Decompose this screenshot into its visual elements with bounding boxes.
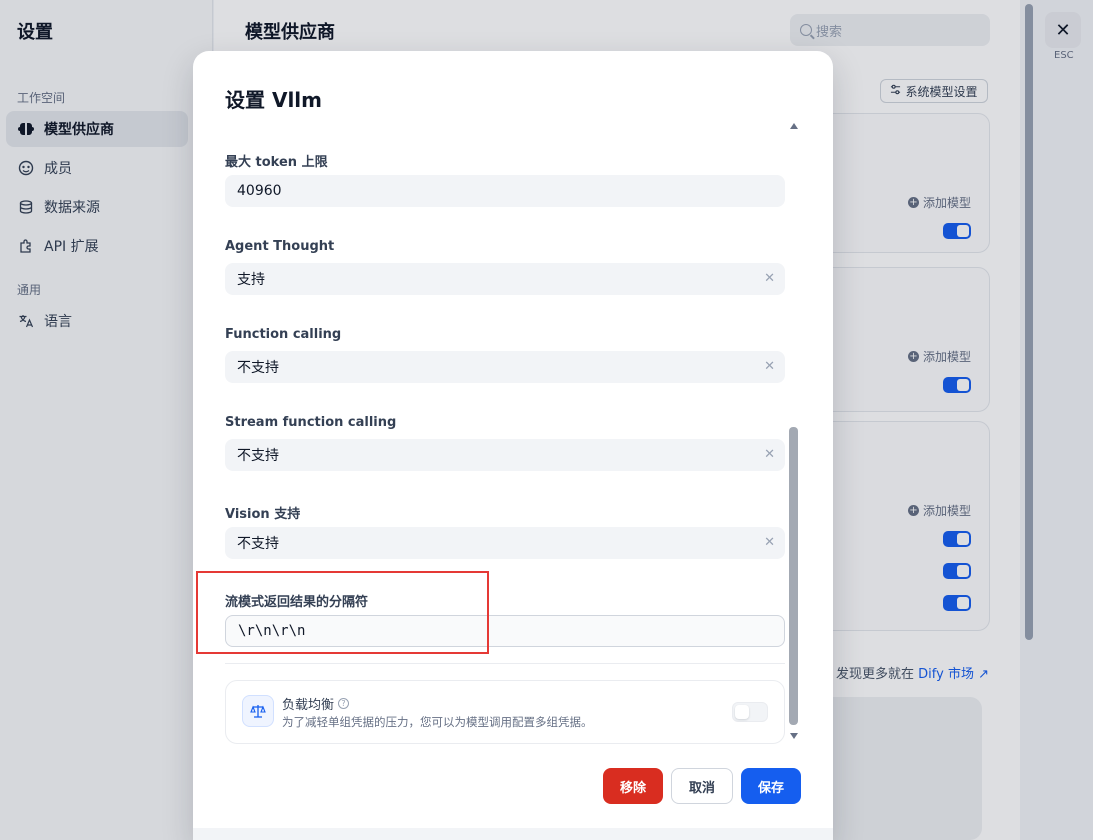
function-calling-value: 不支持 [237, 360, 279, 376]
vision-support-value: 不支持 [237, 536, 279, 552]
save-button[interactable]: 保存 [741, 768, 801, 804]
load-balancing-card: 负载均衡 ? 为了减轻单组凭据的压力，您可以为模型调用配置多组凭据。 [225, 680, 785, 744]
stream-function-calling-select[interactable]: 不支持 ✕ [225, 439, 785, 471]
clear-icon[interactable]: ✕ [764, 359, 775, 374]
remove-button[interactable]: 移除 [603, 768, 663, 804]
modal-footer [193, 828, 833, 840]
vision-support-select[interactable]: 不支持 ✕ [225, 527, 785, 559]
load-balancing-label: 负载均衡 [282, 698, 335, 713]
clear-icon[interactable]: ✕ [764, 447, 775, 462]
cancel-button[interactable]: 取消 [671, 768, 733, 804]
stream-delimiter-label: 流模式返回结果的分隔符 [225, 595, 369, 610]
scroll-down-arrow[interactable] [790, 733, 798, 739]
max-tokens-value: 40960 [237, 183, 282, 199]
load-balancing-description: 为了减轻单组凭据的压力，您可以为模型调用配置多组凭据。 [282, 715, 593, 729]
clear-icon[interactable]: ✕ [764, 271, 775, 286]
scroll-up-arrow[interactable] [790, 123, 798, 129]
max-tokens-input[interactable]: 40960 [225, 175, 785, 207]
agent-thought-value: 支持 [237, 272, 265, 288]
max-tokens-label: 最大 token 上限 [225, 155, 328, 170]
clear-icon[interactable]: ✕ [764, 535, 775, 550]
vision-support-label: Vision 支持 [225, 507, 301, 522]
model-settings-modal: 设置 Vllm 最大 token 上限 40960 Agent Thought … [193, 51, 833, 840]
load-balancing-toggle[interactable] [732, 702, 768, 722]
stream-delimiter-input[interactable]: \r\n\r\n [225, 615, 785, 647]
stream-function-calling-value: 不支持 [237, 448, 279, 464]
function-calling-select[interactable]: 不支持 ✕ [225, 351, 785, 383]
scale-icon [242, 695, 274, 727]
stream-delimiter-value: \r\n\r\n [238, 623, 306, 639]
modal-title: 设置 Vllm [225, 88, 322, 112]
function-calling-label: Function calling [225, 327, 342, 342]
help-icon[interactable]: ? [338, 698, 350, 709]
stream-function-calling-label: Stream function calling [225, 415, 397, 430]
modal-scrollbar-thumb[interactable] [789, 427, 798, 725]
load-balancing-title: 负载均衡 ? [282, 694, 350, 713]
divider [225, 663, 785, 664]
agent-thought-label: Agent Thought [225, 239, 335, 254]
agent-thought-select[interactable]: 支持 ✕ [225, 263, 785, 295]
